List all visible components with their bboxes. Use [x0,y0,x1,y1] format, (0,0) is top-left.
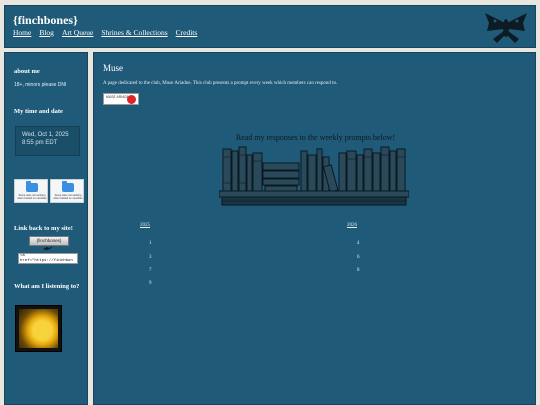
about-text: 18+, minors please DNI [14,82,67,88]
page-title: Muse [103,63,123,73]
album-art [19,309,58,348]
folder-icon [62,181,74,192]
red-circle-icon [127,95,136,104]
folder-icon [26,181,38,192]
moth-icon [485,13,527,43]
main-content: Muse A page dedicated to the club, Muse … [93,52,536,405]
site-header: {finchbones} Home Blog Art Queue Shrines… [4,5,536,48]
page-description: A page dedicated to the club, Muse Ariad… [103,81,338,86]
about-heading: about me [14,68,40,75]
prompt-link[interactable]: 9 [149,281,152,286]
bird-icon [43,246,53,250]
prompt-link[interactable]: 7 [149,268,152,273]
prompt-link[interactable]: 3 [149,255,152,260]
prompt-link[interactable]: 4 [357,241,360,246]
time-clock: 8:55 pm EDT [22,140,58,146]
nav-home[interactable]: Home [13,28,31,37]
time-heading: My time and date [14,108,63,115]
main-nav: Home Blog Art Queue Shrines & Collection… [13,28,197,37]
nav-shrines[interactable]: Shrines & Collections [101,28,167,37]
link-back-heading: Link back to my site! [14,225,73,232]
nav-blog[interactable]: Blog [39,28,54,37]
link-back-button[interactable]: {finchbones} [29,236,69,246]
listening-heading: What am I listening to? [14,283,80,290]
link-code-field[interactable]: <a href="https://finchbon [18,253,78,264]
time-widget: Wed, Oct 1, 2025 8:55 pm EDT [15,126,80,156]
album-cover [15,305,62,352]
site-badge-1[interactable]: Some sites not working when hosted on ne… [14,179,48,203]
prompts-heading: Read my responses to the weekly prompts … [235,133,396,142]
prompt-link[interactable]: 6 [357,255,360,260]
badge-caption: Some sites not working when hosted on ne… [17,194,47,200]
year-link-2025[interactable]: 2025 [140,223,150,228]
prompt-link[interactable]: 1 [149,241,152,246]
nav-art-queue[interactable]: Art Queue [62,28,93,37]
bookshelf-icon [219,146,409,206]
prompt-link[interactable]: 8 [357,268,360,273]
badge-caption: Some sites not working when hosted on ne… [53,194,83,200]
muse-badge[interactable]: MUSE ARIADNE [103,93,139,105]
site-title[interactable]: {finchbones} [13,13,78,28]
nav-credits[interactable]: Credits [176,28,198,37]
sidebar: about me 18+, minors please DNI My time … [4,52,88,405]
year-link-2026[interactable]: 2026 [347,223,357,228]
time-date: Wed, Oct 1, 2025 [22,132,69,138]
site-badge-2[interactable]: Some sites not working when hosted on ne… [50,179,84,203]
